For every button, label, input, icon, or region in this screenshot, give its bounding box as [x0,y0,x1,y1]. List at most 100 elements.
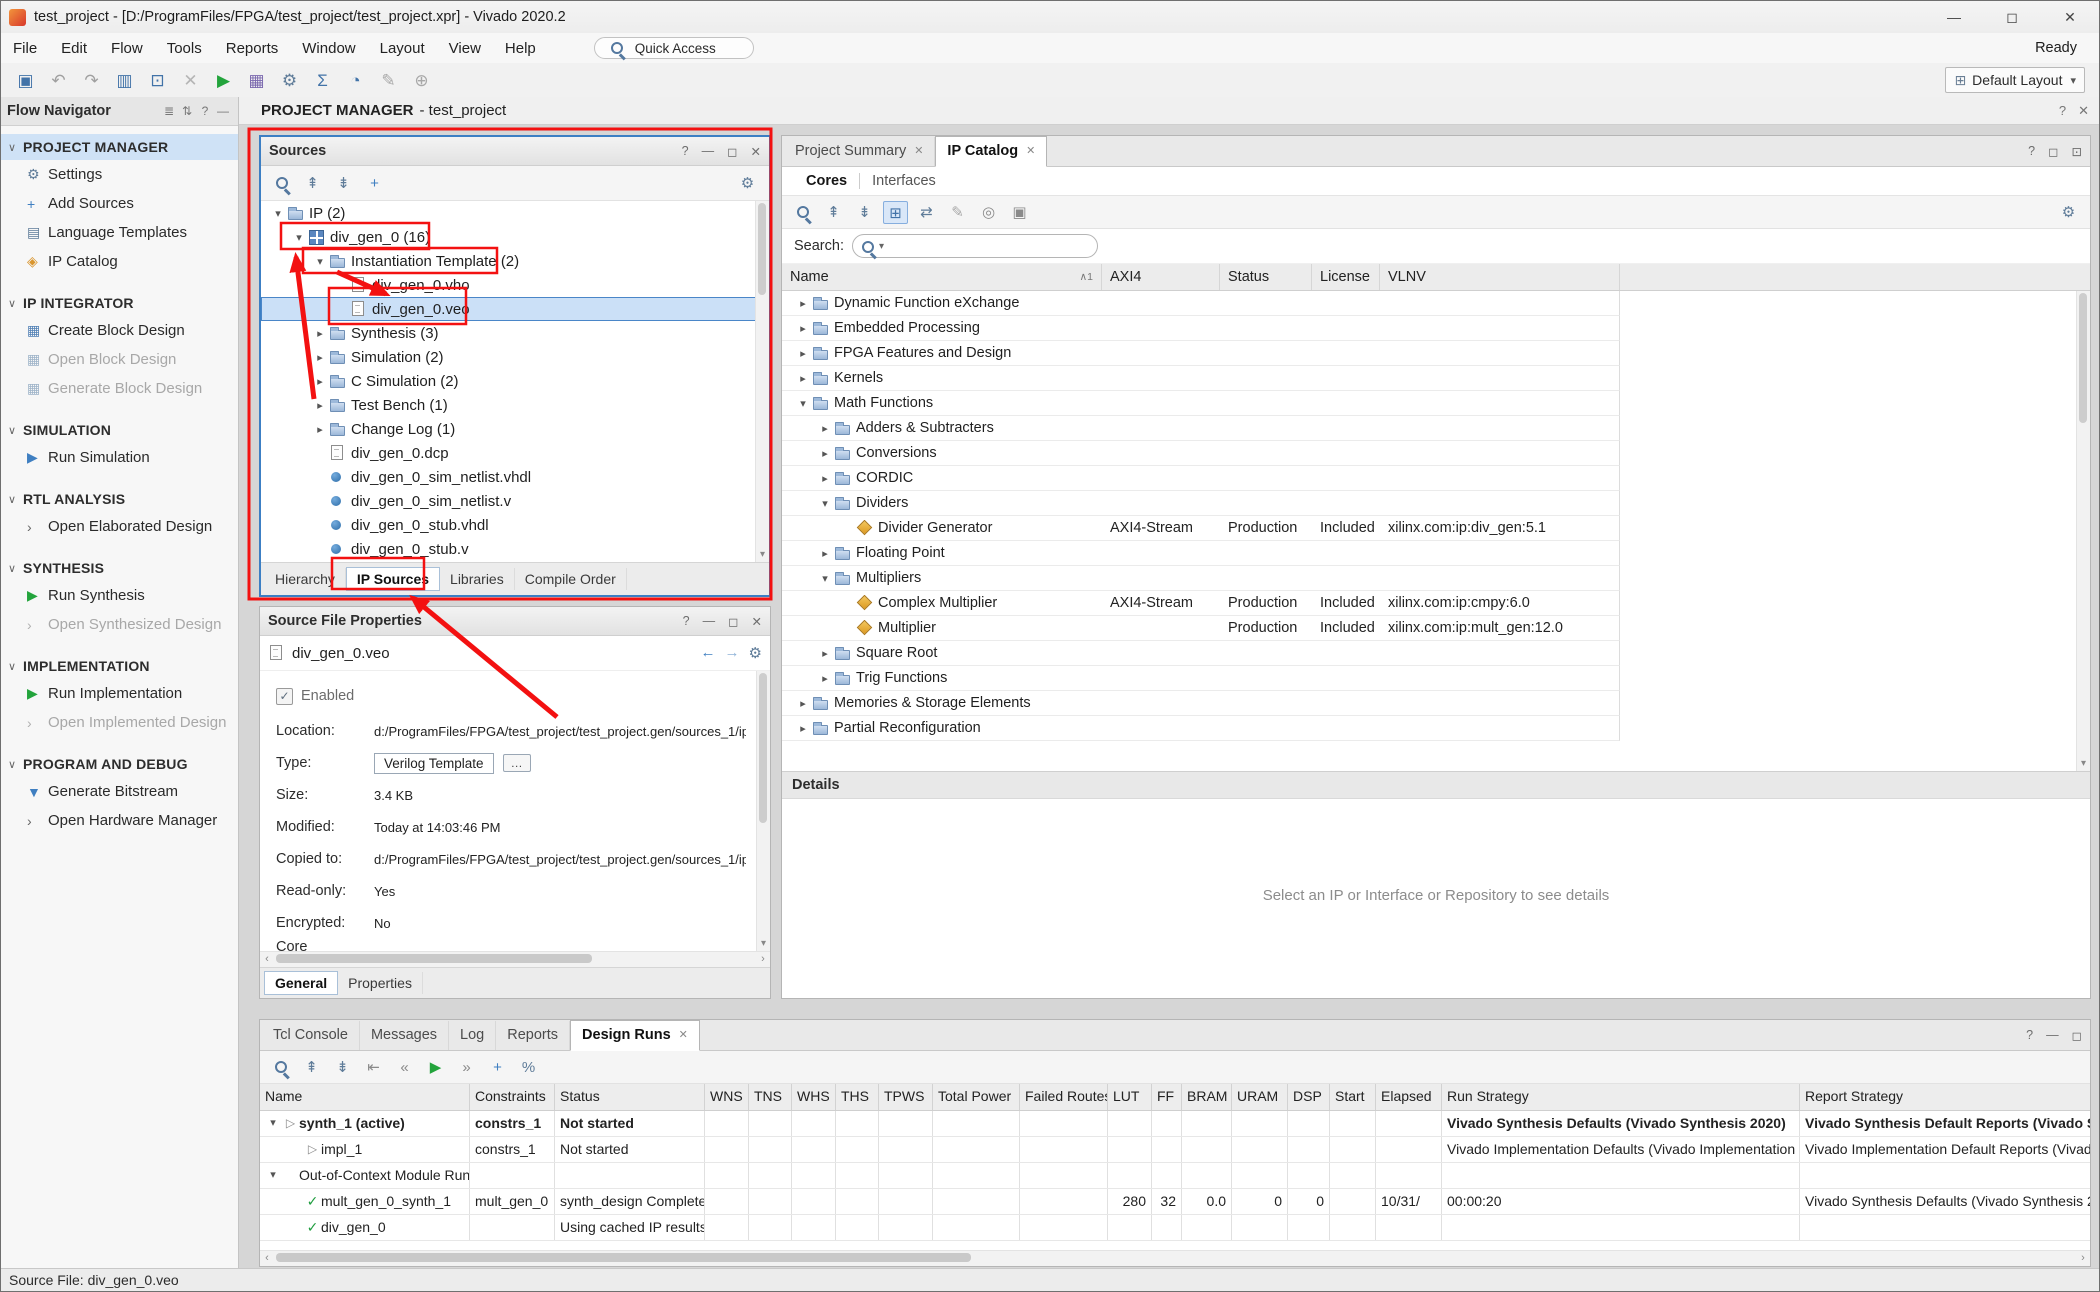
ip-catalog-row[interactable]: Multiplier Production Included xilinx.co… [782,616,1620,641]
close-icon[interactable]: ✕ [751,144,761,159]
column-header[interactable]: FF [1152,1084,1182,1110]
help-icon[interactable]: ? [2026,1028,2033,1043]
column-header[interactable]: Start [1330,1084,1376,1110]
ip-catalog-row[interactable]: Memories & Storage Elements [782,691,1620,716]
tree-expander-icon[interactable] [311,399,329,412]
tree-item[interactable]: div_gen_0.vho [261,273,769,297]
copy-icon[interactable]: ⊡ [144,68,171,93]
collapse-all-icon[interactable]: ⇞ [299,1056,324,1079]
menu-item[interactable]: Reports [214,40,291,57]
catalog-vertical-scrollbar[interactable]: ▾ [2076,291,2090,771]
help-icon[interactable]: ? [196,104,214,118]
column-header[interactable]: Status [555,1084,705,1110]
help-icon[interactable]: ? [682,144,689,159]
minimize-icon[interactable]: — [2046,1028,2059,1043]
float-icon[interactable]: ◻ [728,614,738,629]
ip-catalog-row[interactable]: Dynamic Function eXchange [782,291,1620,316]
flow-item-create-block-design[interactable]: ▦ Create Block Design [1,316,238,345]
column-header[interactable]: THS [836,1084,879,1110]
collapse-all-icon[interactable]: ⇞ [821,201,846,224]
tab-properties[interactable]: Properties [338,972,423,994]
close-icon[interactable]: ✕ [2041,1,2099,33]
float-icon[interactable]: ◻ [2072,1028,2082,1043]
minimize-icon[interactable]: — [1925,1,1983,33]
scroll-left-icon[interactable]: ‹ [260,952,274,967]
design-run-row[interactable]: impl_1 constrs_1Not startedVivado Implem… [260,1137,2090,1163]
clock-icon[interactable]: ◔ [342,68,369,93]
flow-section-header[interactable]: ∨ SYNTHESIS [1,555,238,581]
tab-hierarchy[interactable]: Hierarchy [265,568,346,590]
sfp-panel-header[interactable]: Source File Properties ?—◻✕ [260,607,770,636]
tab-tcl-console[interactable]: Tcl Console [262,1021,360,1050]
settings-gear-icon[interactable]: ⚙ [749,644,762,662]
tree-expander-icon[interactable] [311,375,329,388]
close-icon[interactable]: ✕ [1026,137,1035,166]
target-icon[interactable]: ◎ [976,201,1001,224]
tree-item[interactable]: IP (2) [261,201,769,225]
search-icon[interactable] [790,201,815,224]
report-icon[interactable]: ▥ [111,68,138,93]
tree-expander-icon[interactable] [311,351,329,364]
tab-messages[interactable]: Messages [360,1021,449,1050]
flow-section-header[interactable]: ∨ SIMULATION [1,417,238,443]
column-header[interactable]: Report Strategy [1800,1084,2090,1110]
tree-item[interactable]: div_gen_0.veo [261,297,769,321]
group-by-category-icon[interactable]: ⊞ [883,201,908,224]
sum-icon[interactable]: Σ [309,68,336,93]
forward-icon[interactable]: → [725,644,740,662]
minimize-icon[interactable]: — [214,104,232,118]
flow-section-header[interactable]: ∨ IMPLEMENTATION [1,653,238,679]
minimize-icon[interactable]: — [702,144,715,159]
step-forward-icon[interactable]: » [454,1056,479,1079]
edit-properties-icon[interactable]: ✎ [945,201,970,224]
tree-expander-icon[interactable] [290,231,308,244]
flow-item-open-block-design[interactable]: ▦ Open Block Design [1,345,238,374]
column-header[interactable]: TNS [749,1084,792,1110]
column-header[interactable]: VLNV [1380,264,1620,290]
ip-catalog-row[interactable]: Adders & Subtracters [782,416,1620,441]
close-icon[interactable]: ✕ [2078,103,2089,119]
tree-expander-icon[interactable] [816,422,834,435]
tree-expander-icon[interactable] [794,697,812,710]
menu-item[interactable]: Flow [99,40,155,57]
settings-gear-icon[interactable]: ⚙ [2056,201,2081,224]
tree-item[interactable]: Instantiation Template (2) [261,249,769,273]
design-run-row[interactable]: synth_1 (active) constrs_1Not startedViv… [260,1111,2090,1137]
ip-catalog-row[interactable]: CORDIC [782,466,1620,491]
close-icon[interactable]: ✕ [914,137,923,166]
tab-compile-order[interactable]: Compile Order [515,568,627,590]
menu-item[interactable]: Help [493,40,548,57]
tab-project-summary[interactable]: Project Summary ✕ [784,137,935,166]
flow-steps-icon[interactable]: ▦ [243,68,270,93]
scroll-down-icon[interactable]: ▾ [756,548,769,562]
compatibility-icon[interactable]: ⇄ [914,201,939,224]
flow-item-ip-catalog[interactable]: ◈ IP Catalog [1,247,238,276]
column-header[interactable]: License [1312,264,1380,290]
layout-selector[interactable]: ⊞ Default Layout ▾ [1945,67,2085,93]
ip-catalog-row[interactable]: Trig Functions [782,666,1620,691]
tree-expander-icon[interactable] [794,322,812,335]
ip-catalog-row[interactable]: Math Functions [782,391,1620,416]
help-icon[interactable]: ? [683,614,690,629]
tree-expander-icon[interactable] [816,472,834,485]
tab-ip-sources[interactable]: IP Sources [346,567,440,591]
ip-catalog-row[interactable]: Dividers [782,491,1620,516]
column-header[interactable]: Name [260,1084,470,1110]
column-header[interactable]: WHS [792,1084,836,1110]
tree-item[interactable]: div_gen_0_stub.v [261,537,769,561]
menu-item[interactable]: View [437,40,493,57]
ip-catalog-row[interactable]: Multipliers [782,566,1620,591]
tree-expander-icon[interactable] [794,372,812,385]
flow-item-open-hardware-manager[interactable]: › Open Hardware Manager [1,806,238,835]
menu-item[interactable]: Window [290,40,367,57]
column-header[interactable]: Run Strategy [1442,1084,1800,1110]
tree-expander-icon[interactable] [816,647,834,660]
tree-expander-icon[interactable] [311,327,329,340]
tab-design-runs[interactable]: Design Runs ✕ [570,1020,700,1051]
save-icon[interactable]: ▣ [12,68,39,93]
add-run-icon[interactable]: + [485,1056,510,1079]
settings-gear-icon[interactable]: ⚙ [735,172,760,195]
tree-item[interactable]: div_gen_0 (16) [261,225,769,249]
tree-expander-icon[interactable] [264,1111,282,1136]
expand-all-icon[interactable]: ⇟ [852,201,877,224]
